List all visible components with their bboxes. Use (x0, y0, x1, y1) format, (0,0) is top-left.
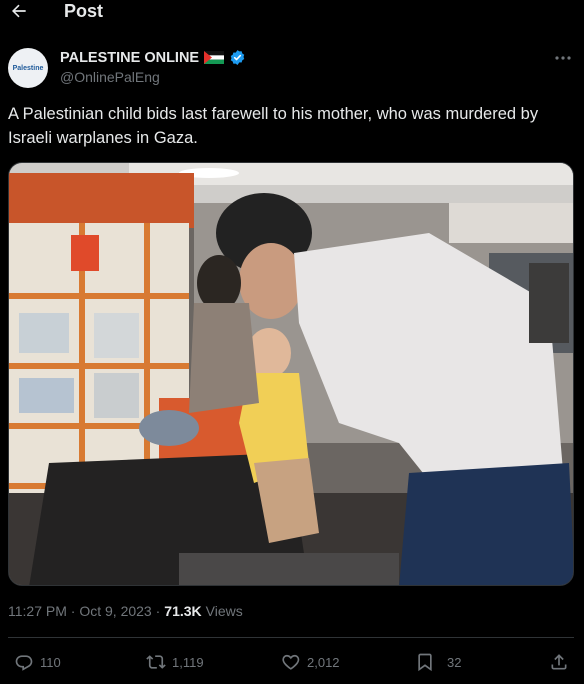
post-time[interactable]: 11:27 PM (8, 603, 67, 619)
post-meta: 11:27 PM · Oct 9, 2023 · 71.3K Views (8, 603, 243, 619)
page-title: Post (64, 1, 104, 21)
bookmark-button[interactable]: 32 (415, 649, 461, 675)
views-label: Views (205, 603, 243, 619)
photo-illustration (9, 163, 573, 585)
meta-separator: · (66, 603, 80, 619)
repost-button[interactable]: 1,119 (146, 649, 204, 675)
share-button[interactable] (549, 649, 569, 675)
heart-icon (282, 654, 300, 670)
avatar-logo-text: Palestine (12, 64, 44, 72)
verified-badge-icon (229, 49, 246, 66)
repost-count: 1,119 (172, 654, 204, 670)
post-text: A Palestinian child bids last farewell t… (8, 105, 539, 147)
bookmark-icon (418, 653, 432, 672)
reply-icon (15, 655, 33, 671)
views-count: 71.3K (164, 603, 202, 619)
top-bar: Post (0, 0, 584, 28)
palestine-flag-icon (204, 51, 225, 64)
reply-button[interactable]: 110 (14, 649, 61, 675)
avatar[interactable]: Palestine (8, 48, 48, 88)
bookmark-count: 32 (447, 654, 462, 670)
like-count: 2,012 (307, 654, 340, 670)
more-options-icon[interactable] (552, 51, 574, 65)
author-handle[interactable]: @OnlinePalEng (60, 69, 160, 85)
share-icon (551, 654, 567, 670)
reply-count: 110 (40, 654, 61, 670)
author-name-row: PALESTINE ONLINE (60, 49, 246, 66)
meta-separator: · (151, 603, 161, 619)
author-display-name[interactable]: PALESTINE ONLINE (60, 50, 199, 66)
repost-icon (146, 655, 166, 669)
back-arrow-icon[interactable] (8, 0, 30, 22)
post-date[interactable]: Oct 9, 2023 (79, 603, 151, 619)
like-button[interactable]: 2,012 (281, 649, 340, 675)
post-photo[interactable] (8, 162, 574, 586)
divider (8, 637, 574, 638)
action-bar: 110 1,119 2,012 32 (0, 649, 584, 675)
